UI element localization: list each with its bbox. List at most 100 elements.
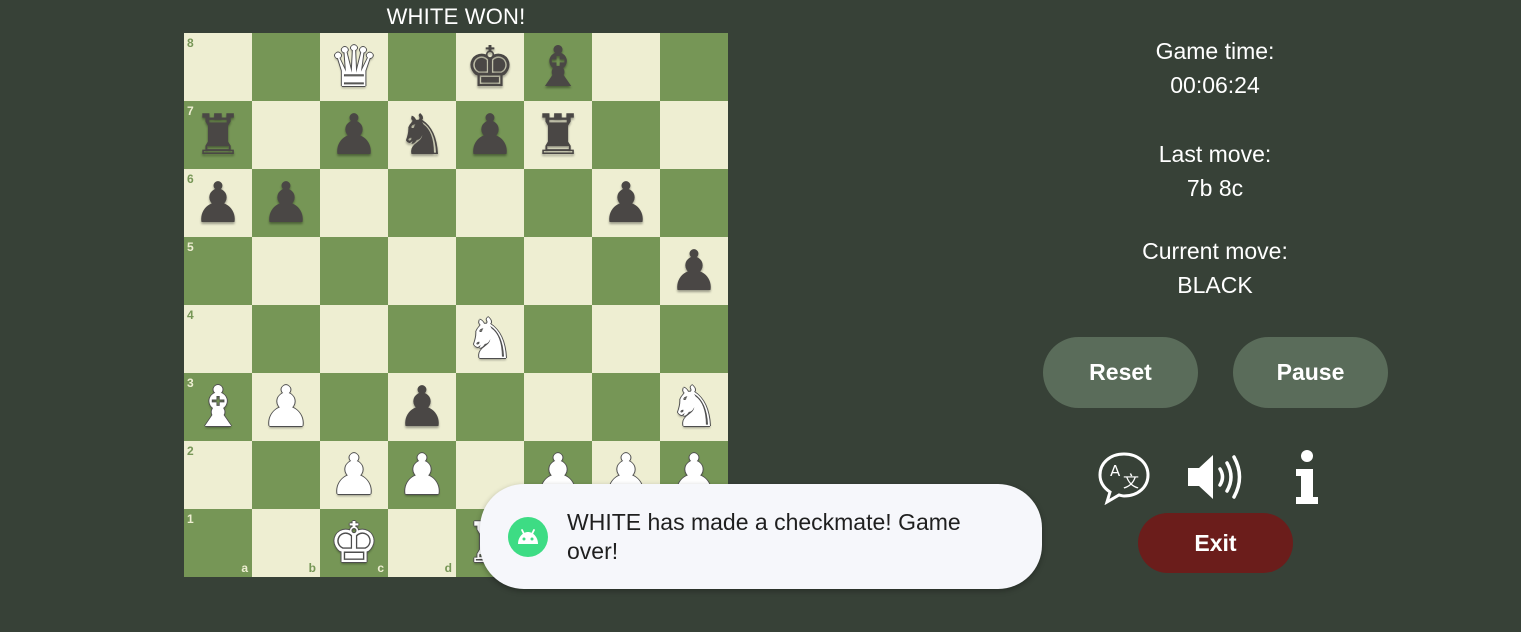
- square-g6[interactable]: ♟: [592, 169, 660, 237]
- last-move-value: 7b 8c: [1186, 175, 1244, 201]
- translate-icon[interactable]: A 文: [1094, 447, 1154, 507]
- pause-button[interactable]: Pause: [1233, 337, 1388, 408]
- square-d3[interactable]: ♟: [388, 373, 456, 441]
- square-e5[interactable]: [456, 237, 524, 305]
- file-label: d: [444, 561, 452, 575]
- black-pawn-icon[interactable]: ♟: [601, 176, 651, 232]
- square-a8[interactable]: 8: [184, 33, 252, 101]
- white-pawn-icon[interactable]: ♟: [397, 448, 447, 504]
- square-e3[interactable]: [456, 373, 524, 441]
- white-bishop-icon[interactable]: ♝: [193, 380, 243, 436]
- square-d1[interactable]: d: [388, 509, 456, 577]
- android-icon: [508, 516, 548, 557]
- white-queen-icon[interactable]: ♛: [329, 40, 379, 96]
- square-h5[interactable]: ♟: [660, 237, 728, 305]
- square-c7[interactable]: ♟: [320, 101, 388, 169]
- square-g7[interactable]: [592, 101, 660, 169]
- white-king-icon[interactable]: ♚: [329, 516, 379, 572]
- square-h8[interactable]: [660, 33, 728, 101]
- square-d8[interactable]: [388, 33, 456, 101]
- square-d7[interactable]: ♞: [388, 101, 456, 169]
- square-c3[interactable]: [320, 373, 388, 441]
- current-move-label: Current move:: [1142, 238, 1288, 264]
- square-a1[interactable]: 1a: [184, 509, 252, 577]
- square-c2[interactable]: ♟: [320, 441, 388, 509]
- square-a2[interactable]: 2: [184, 441, 252, 509]
- square-e6[interactable]: [456, 169, 524, 237]
- volume-icon[interactable]: [1185, 447, 1245, 507]
- square-a5[interactable]: 5: [184, 237, 252, 305]
- square-a6[interactable]: 6 ♟: [184, 169, 252, 237]
- square-g3[interactable]: [592, 373, 660, 441]
- square-f4[interactable]: [524, 305, 592, 373]
- square-f7[interactable]: ♜: [524, 101, 592, 169]
- square-c5[interactable]: [320, 237, 388, 305]
- square-g8[interactable]: [592, 33, 660, 101]
- black-pawn-icon[interactable]: ♟: [329, 108, 379, 164]
- game-time-label: Game time:: [1155, 38, 1275, 64]
- black-rook-icon[interactable]: ♜: [193, 108, 243, 164]
- game-screen: WHITE WON! 8 ♛ ♚ ♝ 7 ♜ ♟ ♞ ♟ ♜ 6 ♟ ♟ ♟ 5 ♟ 4 ♞ 3 ♝ ♟ ♟ ♞ 2 ♟ ♟ ♟ ♟ ♟…: [0, 0, 1521, 632]
- volume-icon-glyph: [1188, 455, 1242, 499]
- square-e7[interactable]: ♟: [456, 101, 524, 169]
- black-pawn-icon[interactable]: ♟: [465, 108, 515, 164]
- square-a4[interactable]: 4: [184, 305, 252, 373]
- game-time-block: Game time: 00:06:24: [1100, 34, 1330, 102]
- square-b7[interactable]: [252, 101, 320, 169]
- square-c6[interactable]: [320, 169, 388, 237]
- square-d6[interactable]: [388, 169, 456, 237]
- square-a7[interactable]: 7 ♜: [184, 101, 252, 169]
- current-move-block: Current move: BLACK: [1100, 234, 1330, 302]
- square-b6[interactable]: ♟: [252, 169, 320, 237]
- square-c8[interactable]: ♛: [320, 33, 388, 101]
- square-b3[interactable]: ♟: [252, 373, 320, 441]
- square-b2[interactable]: [252, 441, 320, 509]
- square-d5[interactable]: [388, 237, 456, 305]
- square-f8[interactable]: ♝: [524, 33, 592, 101]
- square-c1[interactable]: c ♚: [320, 509, 388, 577]
- black-rook-icon[interactable]: ♜: [533, 108, 583, 164]
- square-b4[interactable]: [252, 305, 320, 373]
- square-h7[interactable]: [660, 101, 728, 169]
- current-move-value: BLACK: [1177, 272, 1253, 298]
- square-h4[interactable]: [660, 305, 728, 373]
- exit-button[interactable]: Exit: [1138, 513, 1293, 573]
- black-pawn-icon[interactable]: ♟: [193, 176, 243, 232]
- white-knight-icon[interactable]: ♞: [669, 380, 719, 436]
- square-a3[interactable]: 3 ♝: [184, 373, 252, 441]
- white-knight-icon[interactable]: ♞: [465, 312, 515, 368]
- checkmate-toast: WHITE has made a checkmate! Game over!: [480, 484, 1042, 589]
- square-b8[interactable]: [252, 33, 320, 101]
- square-d2[interactable]: ♟: [388, 441, 456, 509]
- black-pawn-icon[interactable]: ♟: [397, 380, 447, 436]
- square-f6[interactable]: [524, 169, 592, 237]
- last-move-block: Last move: 7b 8c: [1100, 137, 1330, 205]
- square-e4[interactable]: ♞: [456, 305, 524, 373]
- square-h3[interactable]: ♞: [660, 373, 728, 441]
- game-time-value: 00:06:24: [1170, 72, 1260, 98]
- rank-label: 5: [187, 240, 194, 254]
- white-pawn-icon[interactable]: ♟: [329, 448, 379, 504]
- square-d4[interactable]: [388, 305, 456, 373]
- black-pawn-icon[interactable]: ♟: [261, 176, 311, 232]
- reset-button[interactable]: Reset: [1043, 337, 1198, 408]
- rank-label: 8: [187, 36, 194, 50]
- square-g5[interactable]: [592, 237, 660, 305]
- black-knight-icon[interactable]: ♞: [397, 108, 447, 164]
- square-f5[interactable]: [524, 237, 592, 305]
- black-king-icon[interactable]: ♚: [465, 40, 515, 96]
- white-pawn-icon[interactable]: ♟: [261, 380, 311, 436]
- black-bishop-icon[interactable]: ♝: [533, 40, 583, 96]
- square-h6[interactable]: [660, 169, 728, 237]
- square-g4[interactable]: [592, 305, 660, 373]
- black-pawn-icon[interactable]: ♟: [669, 244, 719, 300]
- square-b1[interactable]: b: [252, 509, 320, 577]
- square-f3[interactable]: [524, 373, 592, 441]
- square-b5[interactable]: [252, 237, 320, 305]
- file-label: c: [377, 561, 384, 575]
- rank-label: 3: [187, 376, 194, 390]
- square-e8[interactable]: ♚: [456, 33, 524, 101]
- info-icon[interactable]: [1276, 447, 1336, 507]
- square-c4[interactable]: [320, 305, 388, 373]
- rank-label: 6: [187, 172, 194, 186]
